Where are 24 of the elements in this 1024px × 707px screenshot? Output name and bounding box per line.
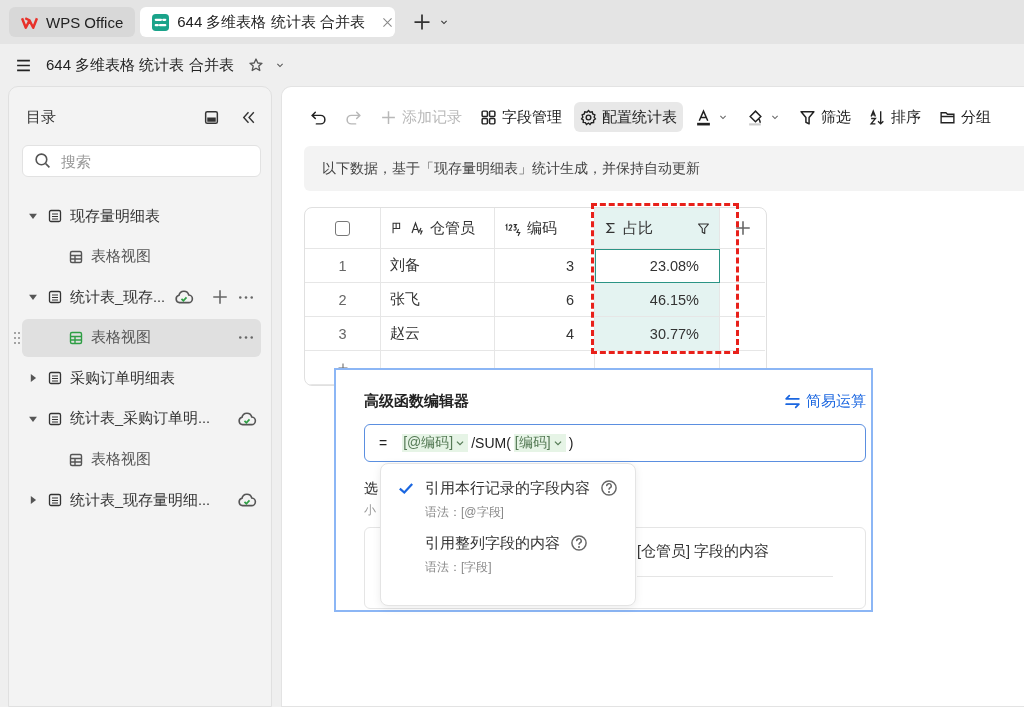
- table-cell: 23.08%: [595, 249, 720, 283]
- tree-label: 采购订单明细表: [70, 368, 175, 388]
- row-number: 2: [305, 283, 381, 317]
- table-cell: 30.77%: [595, 317, 720, 351]
- section-label: 选: [364, 480, 378, 498]
- tree-label: 统计表_现存量明细...: [70, 490, 211, 510]
- document-title: 644 多维表格 统计表 合并表: [46, 55, 234, 75]
- info-banner: 以下数据，基于「现存量明细表」统计生成，并保持自动更新: [304, 146, 1024, 191]
- row-number: 1: [305, 249, 381, 283]
- tree-label: 统计表_采购订单明...: [70, 409, 211, 429]
- card-text: [仓管员] 字段的内容: [637, 542, 770, 561]
- section-hint: 小: [364, 502, 376, 519]
- tree-label: 表格视图: [91, 328, 151, 348]
- tree-label: 统计表_现存...: [70, 287, 166, 307]
- row-number: 3: [305, 317, 381, 351]
- table-cell: 46.15%: [595, 283, 720, 317]
- tree-label: 表格视图: [91, 247, 151, 267]
- sidebar-title: 目录: [26, 107, 57, 127]
- table-cell: 赵云: [381, 317, 495, 351]
- table-cell: 刘备: [381, 249, 495, 283]
- tree-label: 现存量明细表: [70, 206, 160, 226]
- tree-label: 表格视图: [91, 450, 151, 470]
- dialog-title: 高级函数编辑器: [364, 392, 470, 411]
- table-cell: 张飞: [381, 283, 495, 317]
